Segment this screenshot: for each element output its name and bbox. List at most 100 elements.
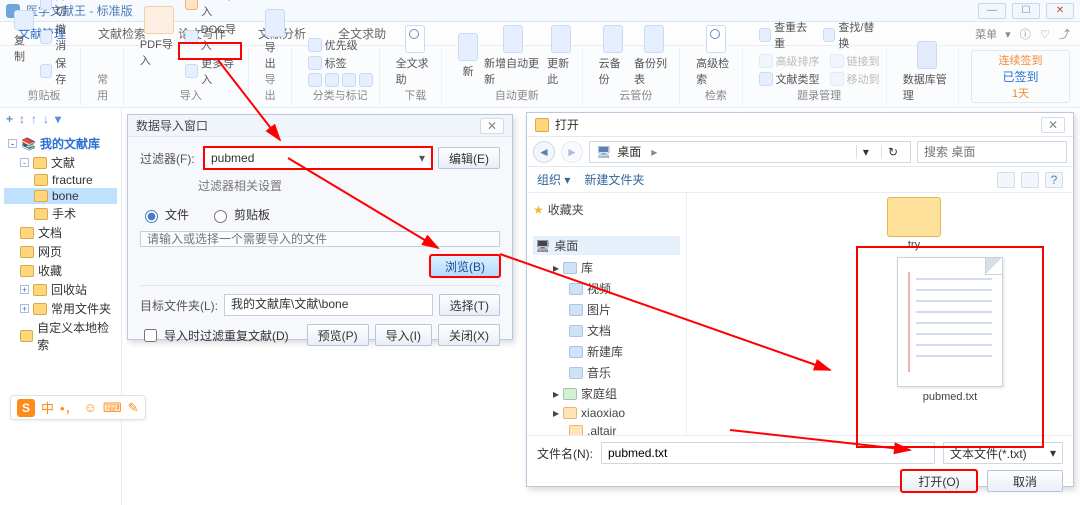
- cut-button[interactable]: 剪切: [40, 0, 74, 19]
- opt-clipboard[interactable]: 剪贴板: [209, 206, 270, 223]
- view-mode-button[interactable]: [997, 172, 1015, 188]
- help-button[interactable]: ?: [1045, 172, 1063, 188]
- pics-node[interactable]: 图片: [533, 299, 680, 320]
- dialog-close-button[interactable]: ✕: [480, 118, 504, 134]
- export-button[interactable]: 导出: [265, 9, 285, 71]
- chevron-down-icon[interactable]: ▾: [419, 151, 425, 165]
- select-target-button[interactable]: 选择(T): [439, 294, 500, 316]
- preview-pane-button[interactable]: [1021, 172, 1039, 188]
- file-item-pubmed[interactable]: [897, 257, 1003, 387]
- dedupe-check[interactable]: [144, 329, 157, 342]
- sign-panel[interactable]: 连续签到 已签到 1天: [971, 50, 1070, 103]
- file-nav-tree[interactable]: ★收藏夹 🖥桌面 ▸库 视频 图片 文档 新建库 音乐 ▸家庭组 ▸xiaoxi…: [527, 193, 687, 435]
- expand-icon[interactable]: +: [20, 304, 29, 313]
- ral-import-button[interactable]: RAL导入: [185, 0, 242, 19]
- clipboard-group-label: 剪贴板: [28, 87, 61, 103]
- import-path-input[interactable]: [140, 231, 500, 247]
- close-button[interactable]: ✕: [1046, 3, 1074, 19]
- fulltext-button[interactable]: 全文求助: [396, 25, 435, 87]
- desktop-icon: 🖥: [596, 145, 611, 159]
- tree-root[interactable]: 我的文献库: [40, 135, 100, 152]
- expand-icon[interactable]: -: [20, 158, 29, 167]
- file-list-area[interactable]: try pubmed.txt: [687, 193, 1073, 435]
- tree-item[interactable]: 常用文件夹: [51, 300, 111, 317]
- add-auto-button[interactable]: 新增自动更新: [484, 25, 541, 87]
- preview-button[interactable]: 预览(P): [307, 324, 369, 346]
- folder-item-try[interactable]: try: [887, 197, 941, 251]
- cloud-backup-button[interactable]: 云备份: [599, 25, 628, 87]
- lib-node[interactable]: ▸库: [533, 257, 680, 278]
- breadcrumb-dropdown[interactable]: ▾: [856, 145, 875, 159]
- refresh-button[interactable]: ↻: [881, 145, 904, 159]
- user-node[interactable]: ▸xiaoxiao: [533, 404, 680, 422]
- dedupe-checkbox[interactable]: 导入时过滤重复文献(D): [140, 326, 289, 345]
- new-folder-button[interactable]: 新建文件夹: [584, 171, 644, 188]
- expand-icon[interactable]: +: [20, 285, 29, 294]
- file-search-input[interactable]: [917, 141, 1067, 163]
- favorites-group[interactable]: ★收藏夹: [533, 201, 680, 218]
- ref-type-button[interactable]: 文献类型: [759, 71, 820, 87]
- ribbon-group-clipboard: 复制 剪切 撤消 保存 剪贴板: [8, 48, 81, 105]
- backup-list-button[interactable]: 备份列表: [634, 25, 673, 87]
- ribbon-group-autoupdate: 新 新增自动更新 更新此 自动更新: [452, 48, 583, 105]
- new-button[interactable]: 新: [458, 33, 478, 79]
- desktop-node[interactable]: 🖥桌面: [533, 236, 680, 255]
- newlib-node[interactable]: 新建库: [533, 341, 680, 362]
- filter-combobox[interactable]: pubmed ▾: [204, 147, 432, 169]
- cancel-button[interactable]: 关闭(X): [438, 324, 500, 346]
- opt-clipboard-radio[interactable]: [214, 210, 227, 223]
- tree-item[interactable]: 文档: [38, 224, 62, 241]
- db-manage-button[interactable]: 数据库管理: [903, 41, 952, 103]
- maximize-button[interactable]: ☐: [1012, 3, 1040, 19]
- dialog-titlebar[interactable]: 数据导入窗口 ✕: [128, 115, 512, 137]
- organize-dropdown[interactable]: 组织 ▾: [537, 171, 570, 188]
- adv-search-button[interactable]: 高级检索: [696, 25, 735, 87]
- tree-item[interactable]: 收藏: [38, 262, 62, 279]
- icons-row[interactable]: [308, 73, 373, 87]
- back-button[interactable]: ◄: [533, 141, 555, 163]
- docs-node[interactable]: 文档: [533, 320, 680, 341]
- video-node[interactable]: 视频: [533, 278, 680, 299]
- file-dialog-close-button[interactable]: ✕: [1041, 117, 1065, 133]
- ime-bar[interactable]: S 中 •， ☺ ⌨ ✎: [10, 395, 146, 420]
- music-node[interactable]: 音乐: [533, 362, 680, 383]
- breadcrumb[interactable]: 🖥 桌面 ▸ ▾ ↻: [589, 141, 911, 163]
- expand-icon[interactable]: -: [8, 139, 17, 148]
- update-this-button[interactable]: 更新此: [547, 25, 576, 87]
- tree-item[interactable]: 网页: [38, 243, 62, 260]
- copy-button[interactable]: 复制: [14, 10, 34, 64]
- find-replace-button[interactable]: 查找/替换: [823, 19, 880, 51]
- folder-icon: [34, 190, 48, 202]
- priority-button[interactable]: 优先级: [308, 37, 358, 53]
- opt-file[interactable]: 文件: [140, 206, 189, 223]
- file-cancel-button[interactable]: 取消: [987, 470, 1063, 492]
- dedupe-button[interactable]: 查重去重: [759, 19, 813, 51]
- file-open-button[interactable]: 打开(O): [901, 470, 977, 492]
- tree-item[interactable]: 回收站: [51, 281, 87, 298]
- homegroup-icon: [563, 388, 577, 400]
- tree-item-selected[interactable]: bone: [52, 189, 79, 203]
- save-button[interactable]: 保存: [40, 55, 74, 87]
- pdf-import-button[interactable]: PDF导入: [140, 6, 179, 68]
- opt-file-radio[interactable]: [145, 210, 158, 223]
- tree-item[interactable]: fracture: [52, 173, 93, 187]
- homegroup-node[interactable]: ▸家庭组: [533, 383, 680, 404]
- altair-node[interactable]: .altair: [533, 422, 680, 435]
- ime-tool-icon: ✎: [128, 400, 139, 416]
- import-button[interactable]: 导入(I): [375, 324, 432, 346]
- tree-item[interactable]: 手术: [52, 205, 76, 222]
- tag-button[interactable]: 标签: [308, 55, 347, 71]
- tree-item[interactable]: 文献: [51, 154, 75, 171]
- sidebar-toolbar[interactable]: +↕↑↓▾: [0, 108, 121, 130]
- sign-status: 已签到: [1003, 68, 1039, 85]
- folder-tree[interactable]: -📚我的文献库 -文献 fracture bone 手术 文档 网页 收藏 +回…: [0, 130, 121, 358]
- right-menu[interactable]: 菜单▾ ⓘ ♡ ⤴: [975, 26, 1070, 42]
- undo-button[interactable]: 撤消: [40, 21, 74, 53]
- filter-setting-link[interactable]: 过滤器相关设置: [140, 177, 500, 194]
- sogou-icon: S: [17, 399, 35, 417]
- tree-item[interactable]: 自定义本地检索: [37, 319, 115, 353]
- browse-button[interactable]: 浏览(B): [430, 255, 500, 277]
- minimize-button[interactable]: —: [978, 3, 1006, 19]
- file-dialog-titlebar[interactable]: 打开 ✕: [527, 113, 1073, 137]
- edit-filter-button[interactable]: 编辑(E): [438, 147, 500, 169]
